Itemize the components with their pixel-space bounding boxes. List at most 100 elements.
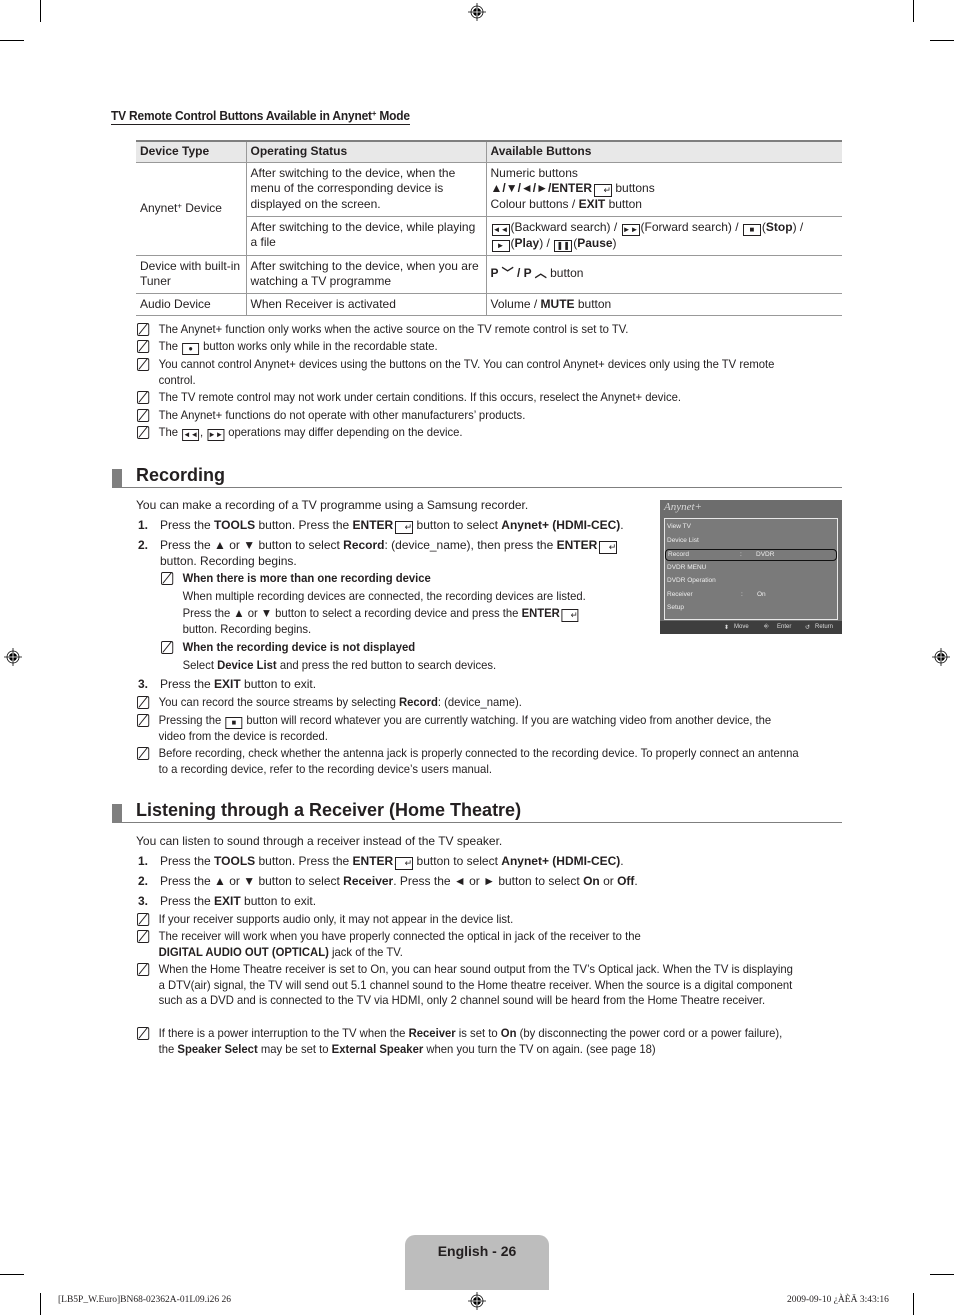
return-label: Return <box>815 624 834 630</box>
step: 1. Press the TOOLS button. Press the ENTE… <box>138 854 624 870</box>
status-cell: After switching to the device, when the … <box>245 162 486 217</box>
move-icon: ⬍ <box>724 625 730 631</box>
stop-icon: ■ <box>742 223 761 236</box>
status-cell: When Receiver is activated <box>245 293 486 316</box>
crop-mark <box>913 0 914 22</box>
crop-mark <box>930 1274 954 1275</box>
step: 2. Press the ▲ or ▼ button to select Rece… <box>138 874 638 888</box>
note-icon <box>137 963 150 976</box>
buttons-line: Colour buttons / EXIT button <box>490 197 642 211</box>
anynet-osd-menu: Anynet+ View TV Device List Record: DVDR … <box>660 500 842 634</box>
note: If there is a power interruption to the … <box>137 1026 800 1057</box>
rewind-icon: ◄◄ <box>491 223 510 236</box>
note-icon <box>137 391 150 404</box>
anynet-logo: Anynet+ <box>664 501 702 513</box>
section-title: Listening through a Receiver (Home Theat… <box>136 800 522 820</box>
registration-mark-icon <box>468 1292 486 1310</box>
section-header-recording: Recording <box>112 465 842 488</box>
rewind-icon: ◄◄ <box>182 429 200 441</box>
device-type-cell: Anynet+ Device <box>136 162 246 256</box>
note-icon <box>137 358 150 371</box>
print-slug-right: 2009-09-10 ¿ÀÈÄ 3:43:16 <box>787 1295 889 1305</box>
record-icon: ■ <box>225 717 243 729</box>
buttons-cell: Numeric buttons ▲/▼/◄/►/ENTER ↵ buttons C… <box>485 162 842 217</box>
osd-item-setup[interactable]: Setup <box>667 603 835 613</box>
osd-item-receiver[interactable]: Receiver: On <box>667 590 835 600</box>
note: The ● button works only while in the rec… <box>137 339 800 355</box>
table-row: Audio Device When Receiver is activated … <box>136 293 842 316</box>
registration-mark-icon <box>468 3 486 21</box>
table-heading: TV Remote Control Buttons Available in A… <box>111 108 410 125</box>
osd-panel: View TV Device List Record: DVDR DVDR MEN… <box>664 518 838 620</box>
note-icon <box>137 913 150 926</box>
osd-item-view-tv[interactable]: View TV <box>667 522 835 532</box>
status-cell: After switching to the device, when you … <box>245 255 486 294</box>
note-icon <box>137 323 150 336</box>
note-icon <box>137 340 150 353</box>
print-slug-left: [LB5P_W.Euro]BN68-02362A-01L09.i26 26 <box>58 1295 232 1305</box>
chevron-up-icon: ︿ <box>534 266 547 281</box>
section-header-receiver: Listening through a Receiver (Home Theat… <box>112 800 842 823</box>
enter-icon: ↵ <box>594 184 613 197</box>
pause-icon: ❚❚ <box>554 239 573 252</box>
page-number-tab: English - 26 <box>405 1235 549 1290</box>
table-row: Device with built-in Tuner After switchi… <box>136 255 842 294</box>
buttons-line: ▲/▼/◄/►/ENTER ↵ buttons <box>490 181 655 197</box>
chevron-down-icon: ﹀ <box>501 266 514 281</box>
note: The TV remote control may not work under… <box>137 390 800 406</box>
device-type-cell: Device with built-in Tuner <box>136 255 246 294</box>
sub-note: When there is more than one recording de… <box>161 571 603 638</box>
osd-item-device-list[interactable]: Device List <box>667 536 835 546</box>
play-icon: ► <box>491 239 510 252</box>
note: The receiver will work when you have pro… <box>137 929 800 960</box>
osd-item-record[interactable]: Record: DVDR <box>665 549 837 561</box>
note-icon <box>137 426 150 439</box>
registration-mark-icon <box>932 648 950 666</box>
buttons-cell: P ﹀ / P ︿ button <box>485 255 842 294</box>
buttons-line: Numeric buttons <box>490 165 578 180</box>
page-number: English - 26 <box>437 1243 517 1259</box>
note: The ◄◄, ►► operations may differ dependi… <box>137 425 800 441</box>
crop-mark <box>40 1293 41 1315</box>
move-label: Move <box>734 624 749 630</box>
note: Before recording, check whether the ante… <box>137 746 800 777</box>
note-icon <box>137 747 150 760</box>
table-header-row: Device Type Operating Status Available B… <box>136 140 842 163</box>
fast-forward-icon: ►► <box>207 429 225 441</box>
buttons-cell: Volume / MUTE button <box>485 293 842 316</box>
note-icon <box>137 930 150 943</box>
note-icon <box>137 696 150 709</box>
note: Pressing the ■ button will record whatev… <box>137 713 800 745</box>
status-cell: After switching to the device, while pla… <box>245 216 486 256</box>
return-icon: ↺ <box>805 625 811 631</box>
registration-mark-icon <box>4 648 22 666</box>
table-row: Anynet+ Device After switching to the de… <box>136 162 842 256</box>
note-icon <box>161 641 174 654</box>
crop-mark <box>913 1293 914 1315</box>
device-type-cell: Audio Device <box>136 293 246 316</box>
note-icon <box>137 1027 150 1040</box>
step: 1. Press the TOOLS button. Press the ENTE… <box>138 518 624 534</box>
step: 2. Press the ▲ or ▼ button to select Reco… <box>138 538 618 568</box>
column-header: Device Type <box>136 140 246 163</box>
section-title: Recording <box>136 465 226 485</box>
fast-forward-icon: ►► <box>621 223 640 236</box>
intro-text: You can listen to sound through a receiv… <box>136 834 503 848</box>
section-bar <box>112 469 122 487</box>
note: You cannot control Anynet+ devices using… <box>137 357 800 388</box>
note: You can record the source streams by sel… <box>137 695 800 711</box>
enter-label: Enter <box>777 624 792 630</box>
osd-item-dvdr-menu[interactable]: DVDR MENU <box>667 563 835 573</box>
note: The Anynet+ function only works when the… <box>137 322 800 338</box>
note-icon <box>161 572 174 585</box>
enter-icon: ↵ <box>395 857 414 870</box>
osd-item-dvdr-operation[interactable]: DVDR Operation <box>667 576 835 586</box>
note: If your receiver supports audio only, it… <box>137 912 800 928</box>
column-header: Available Buttons <box>485 140 842 163</box>
note-icon <box>137 409 150 422</box>
crop-mark <box>0 40 24 41</box>
section-bar <box>112 804 122 822</box>
note: When the Home Theatre receiver is set to… <box>137 962 800 1009</box>
enter-icon: ↵ <box>395 521 414 534</box>
enter-icon: ↵ <box>561 609 579 622</box>
